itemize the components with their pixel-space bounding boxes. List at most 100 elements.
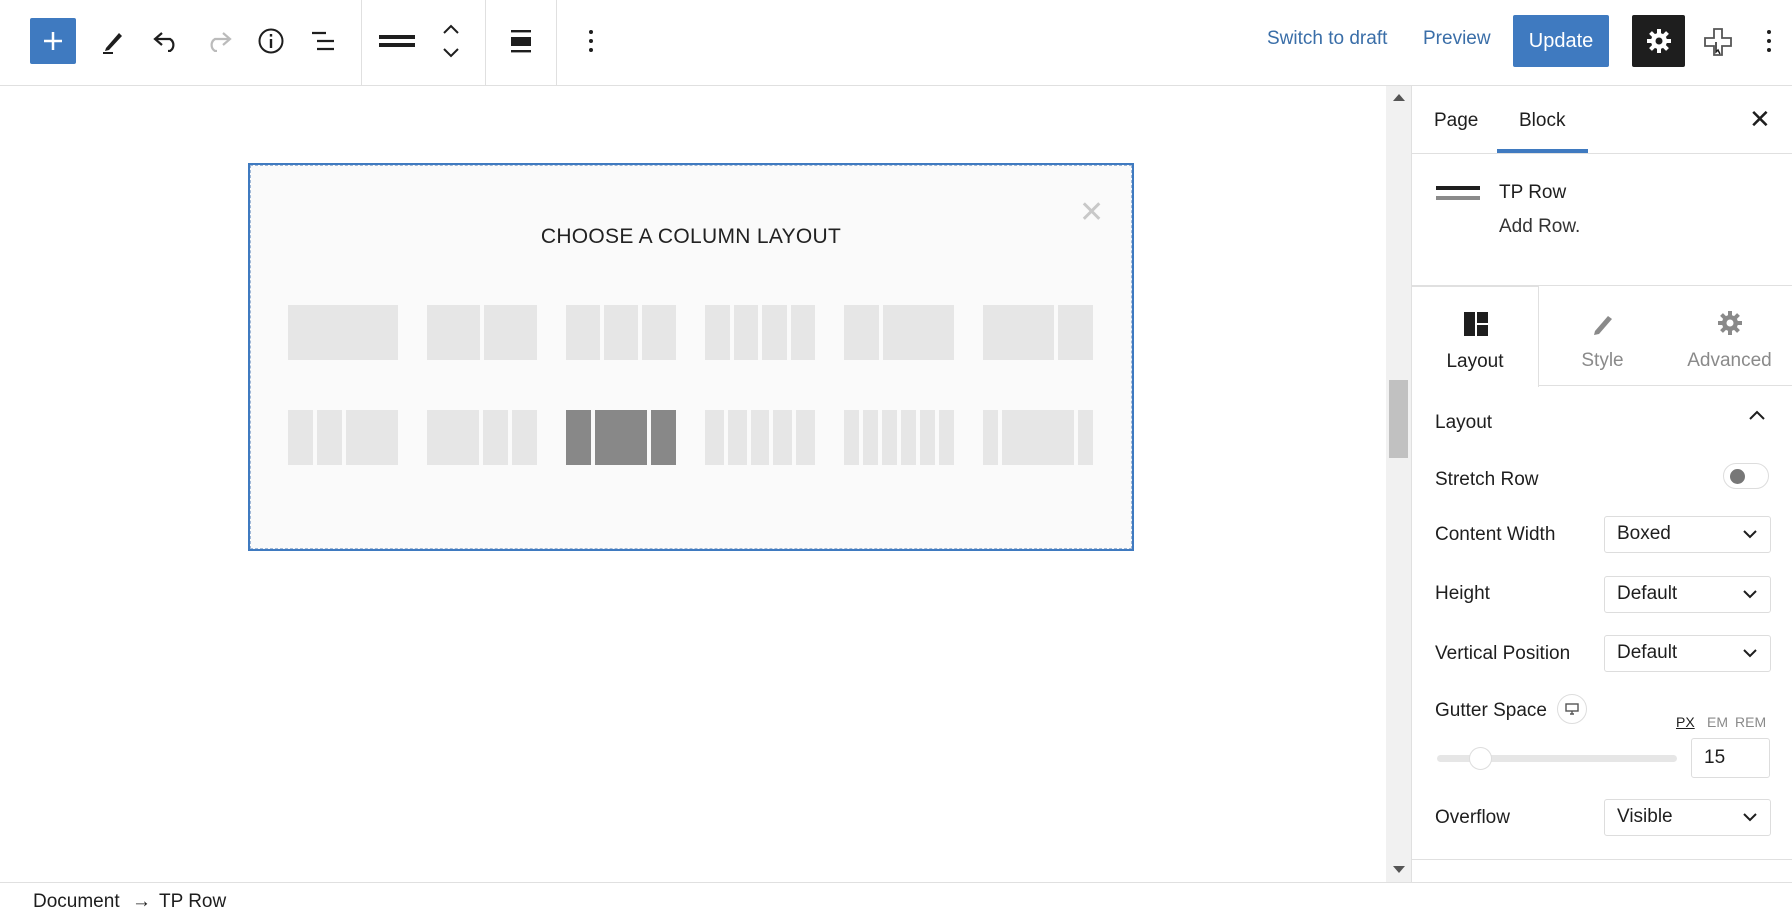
scroll-thumb[interactable] bbox=[1389, 380, 1408, 458]
scroll-up-arrow[interactable] bbox=[1393, 94, 1405, 101]
breadcrumb-document[interactable]: Document bbox=[33, 891, 120, 913]
layout-option-3-col[interactable] bbox=[566, 305, 676, 360]
settings-button[interactable] bbox=[1632, 15, 1685, 67]
pencil-icon bbox=[103, 33, 122, 54]
row-icon bbox=[1436, 186, 1480, 200]
sidebar-tabs: Page Block ✕ bbox=[1412, 86, 1792, 154]
close-sidebar-button[interactable]: ✕ bbox=[1749, 104, 1771, 135]
tab-block[interactable]: Block bbox=[1519, 110, 1565, 132]
chevron-down-icon bbox=[1743, 649, 1757, 658]
toolbar-divider bbox=[556, 0, 557, 85]
layout-icon bbox=[1464, 312, 1488, 336]
layout-option-4-col[interactable] bbox=[705, 305, 815, 360]
breadcrumb-separator: → bbox=[132, 891, 151, 912]
section-divider bbox=[1412, 859, 1792, 860]
vertical-position-select[interactable]: Default bbox=[1604, 635, 1771, 672]
redo-button[interactable] bbox=[203, 22, 235, 60]
tab-style[interactable]: Style bbox=[1539, 286, 1666, 386]
editor-toolbar: Switch to draft Preview Update bbox=[0, 0, 1792, 86]
toggle-knob bbox=[1730, 469, 1745, 484]
chevron-up-icon[interactable] bbox=[1747, 408, 1767, 422]
gear-icon bbox=[1646, 29, 1671, 53]
layout-option-1-3-2-3[interactable] bbox=[844, 305, 954, 360]
plugin-icon bbox=[1704, 28, 1732, 56]
list-view-icon bbox=[312, 31, 334, 51]
layout-option-1-4-1-2-1-4-selected[interactable] bbox=[566, 410, 676, 465]
info-icon bbox=[258, 28, 284, 54]
tab-advanced[interactable]: Advanced bbox=[1666, 286, 1792, 386]
layout-option-1-4-1-4-1-2[interactable] bbox=[288, 410, 398, 465]
responsive-device-button[interactable] bbox=[1557, 694, 1587, 724]
content-width-value: Boxed bbox=[1617, 523, 1671, 544]
canvas-scrollbar[interactable] bbox=[1386, 86, 1411, 882]
tab-page[interactable]: Page bbox=[1434, 110, 1478, 132]
unit-rem[interactable]: REM bbox=[1735, 714, 1766, 730]
height-select[interactable]: Default bbox=[1604, 576, 1771, 613]
gutter-space-input[interactable]: 15 bbox=[1691, 738, 1770, 778]
breadcrumb-current[interactable]: TP Row bbox=[159, 891, 226, 913]
unit-px[interactable]: PX bbox=[1676, 714, 1695, 730]
chevron-up-icon[interactable] bbox=[441, 22, 461, 36]
column-layout-picker: CHOOSE A COLUMN LAYOUT ✕ bbox=[248, 163, 1134, 551]
stretch-row-label: Stretch Row bbox=[1435, 469, 1539, 490]
toolbar-divider bbox=[485, 0, 486, 85]
block-description: Add Row. bbox=[1499, 216, 1581, 237]
block-type-button[interactable] bbox=[376, 22, 418, 60]
toolbar-divider bbox=[361, 0, 362, 85]
undo-icon bbox=[153, 32, 175, 52]
align-button[interactable] bbox=[505, 22, 537, 60]
chevron-down-icon bbox=[1743, 530, 1757, 539]
row-icon bbox=[379, 35, 415, 47]
chevron-down-icon[interactable] bbox=[441, 46, 461, 60]
overflow-value: Visible bbox=[1617, 806, 1673, 827]
block-card: TP Row Add Row. bbox=[1412, 154, 1792, 286]
chevron-down-icon bbox=[1743, 813, 1757, 822]
tab-advanced-label: Advanced bbox=[1687, 350, 1772, 371]
layout-option-2-3-1-3[interactable] bbox=[983, 305, 1093, 360]
active-tab-indicator bbox=[1497, 149, 1588, 153]
tab-layout-label: Layout bbox=[1446, 351, 1504, 372]
close-icon[interactable]: ✕ bbox=[1079, 195, 1104, 230]
content-width-label: Content Width bbox=[1435, 524, 1556, 545]
move-block-buttons[interactable] bbox=[436, 14, 466, 68]
chevron-down-icon bbox=[1743, 590, 1757, 599]
breadcrumb: Document → TP Row bbox=[0, 882, 1792, 913]
overflow-label: Overflow bbox=[1435, 807, 1510, 828]
switch-to-draft-button[interactable]: Switch to draft bbox=[1267, 28, 1387, 50]
add-block-button[interactable] bbox=[30, 18, 76, 64]
layout-option-2-col[interactable] bbox=[427, 305, 537, 360]
panel-tabs: Layout Style Advanced bbox=[1412, 286, 1792, 387]
vertical-ellipsis-icon bbox=[589, 30, 593, 52]
tab-layout[interactable]: Layout bbox=[1412, 286, 1539, 387]
vertical-position-value: Default bbox=[1617, 642, 1678, 663]
layout-section-title[interactable]: Layout bbox=[1435, 412, 1492, 434]
settings-sidebar: Page Block ✕ TP Row Add Row. Layout Styl… bbox=[1411, 86, 1792, 882]
update-button[interactable]: Update bbox=[1513, 15, 1609, 67]
gutter-space-label: Gutter Space bbox=[1435, 700, 1547, 721]
gear-icon bbox=[1718, 311, 1742, 335]
details-button[interactable] bbox=[255, 22, 287, 60]
overflow-select[interactable]: Visible bbox=[1604, 799, 1771, 836]
tools-button[interactable] bbox=[98, 22, 128, 60]
align-icon bbox=[511, 30, 531, 53]
layout-option-1-col[interactable] bbox=[288, 305, 398, 360]
desktop-icon bbox=[1565, 703, 1579, 715]
layout-option-6-col[interactable] bbox=[844, 410, 954, 465]
plus-icon bbox=[44, 32, 62, 50]
scroll-down-arrow[interactable] bbox=[1393, 866, 1405, 873]
layout-option-1-6-2-3-1-6[interactable] bbox=[983, 410, 1093, 465]
options-button[interactable] bbox=[1755, 22, 1783, 60]
content-width-select[interactable]: Boxed bbox=[1604, 516, 1771, 553]
layout-option-5-col[interactable] bbox=[705, 410, 815, 465]
preview-button[interactable]: Preview bbox=[1423, 28, 1491, 50]
unit-em[interactable]: EM bbox=[1707, 714, 1728, 730]
layout-option-1-2-1-4-1-4[interactable] bbox=[427, 410, 537, 465]
gutter-space-slider-handle[interactable] bbox=[1469, 747, 1492, 770]
height-value: Default bbox=[1617, 583, 1678, 604]
block-options-button[interactable] bbox=[575, 22, 607, 60]
list-view-button[interactable] bbox=[306, 22, 340, 60]
undo-button[interactable] bbox=[150, 22, 182, 60]
plugin-button[interactable] bbox=[1700, 22, 1736, 62]
stretch-row-toggle[interactable] bbox=[1723, 463, 1769, 489]
brush-icon bbox=[1594, 316, 1612, 335]
